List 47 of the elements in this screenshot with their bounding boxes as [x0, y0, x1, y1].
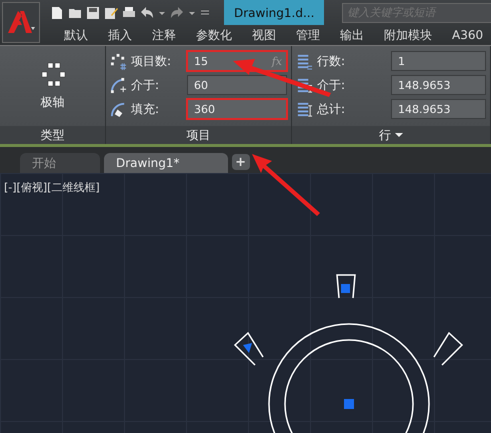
menu-tab[interactable]: 默认 [54, 26, 98, 44]
panel-title[interactable]: 行 [292, 126, 490, 144]
items-icon [110, 52, 127, 70]
menu-tab[interactable]: 视图 [242, 26, 286, 44]
document-title: Drawing1.d... [224, 0, 324, 25]
angle-between-icon [110, 76, 127, 94]
panel-title: 类型 [0, 126, 105, 144]
save-as-icon[interactable] [104, 6, 118, 20]
polar-array-icon [40, 62, 66, 88]
menu-tab[interactable]: 参数化 [186, 26, 242, 44]
save-icon[interactable] [86, 6, 100, 20]
rows-icon [296, 52, 313, 70]
panel-title-text: 行 [379, 126, 391, 144]
value-field[interactable]: 148.9653 [391, 99, 486, 119]
menu-tab[interactable]: A360 [442, 28, 491, 42]
menu-tab[interactable]: 注释 [142, 26, 186, 44]
polar-array-button[interactable]: 极轴 [34, 60, 72, 112]
printer-icon[interactable] [122, 6, 136, 20]
menu-tab[interactable]: 输出 [330, 26, 374, 44]
panel-title: 项目 [106, 126, 291, 144]
dropdown-icon[interactable] [395, 132, 403, 138]
field-label: 行数: [317, 52, 346, 70]
field-label: 总计: [317, 100, 346, 118]
viewport-controls[interactable]: [-][俯视][二维线框] [4, 180, 100, 195]
menu-tab[interactable]: 附加模块 [374, 26, 442, 44]
new-tab-button[interactable]: + [232, 154, 250, 170]
grip-marker[interactable] [243, 343, 252, 353]
grip-marker[interactable] [344, 399, 354, 409]
menu-tab[interactable]: 插入 [98, 26, 142, 44]
value-field[interactable]: 60 [187, 75, 287, 95]
field-label: 项目数: [131, 52, 172, 70]
field-label: 介于: [131, 76, 160, 94]
file-tab[interactable]: 开始 [20, 153, 100, 173]
value-field[interactable]: 360 [187, 99, 287, 119]
menu-tab[interactable]: 管理 [286, 26, 330, 44]
grip-marker[interactable] [341, 284, 350, 293]
fill-angle-icon [110, 100, 127, 118]
redo-icon[interactable] [170, 6, 184, 20]
file-tab[interactable]: Drawing1* [104, 153, 228, 173]
row-total-icon [296, 100, 313, 118]
new-file-icon[interactable] [50, 6, 64, 20]
field-label: 填充: [131, 100, 160, 118]
value-field[interactable]: 15 fx [187, 51, 287, 71]
annotation-arrow [252, 154, 320, 216]
undo-icon[interactable] [140, 6, 154, 20]
value-field[interactable]: 1 [391, 51, 486, 71]
value-field[interactable]: 148.9653 [391, 75, 486, 95]
